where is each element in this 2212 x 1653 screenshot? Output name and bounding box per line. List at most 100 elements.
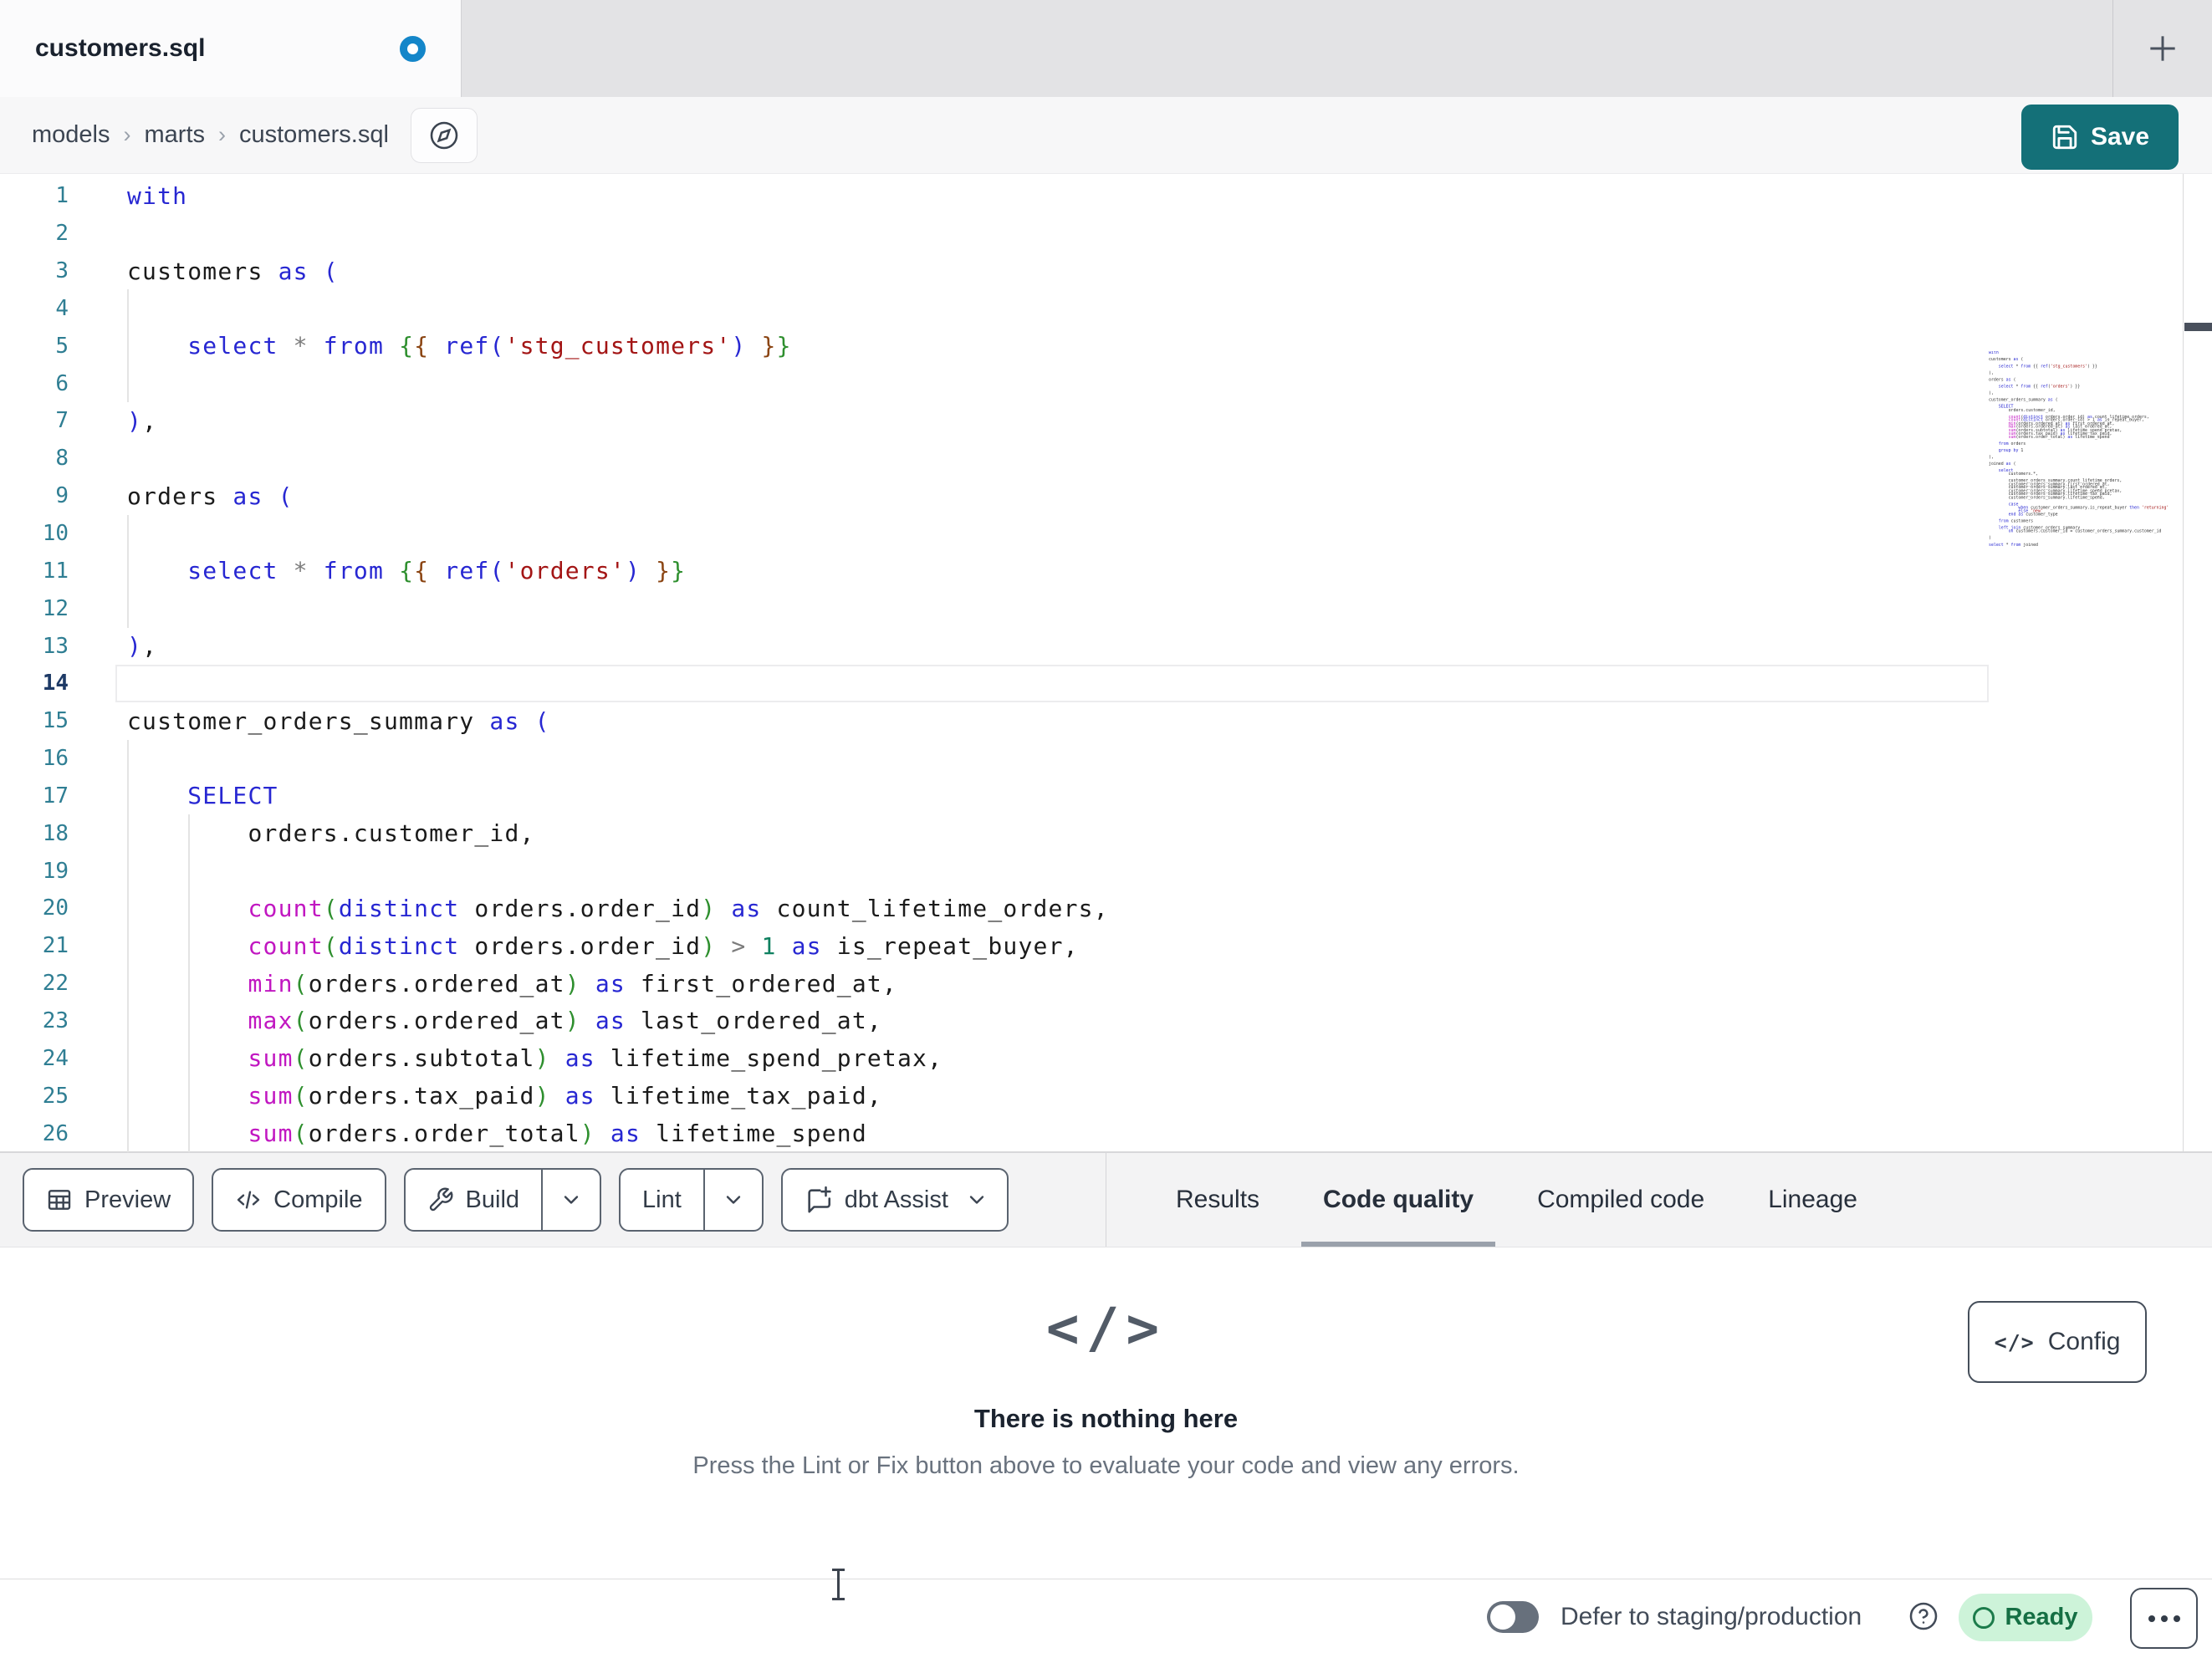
line-content[interactable]: SELECT (115, 778, 1989, 815)
line-content[interactable]: customer_orders_summary as ( (115, 702, 1989, 740)
line-content[interactable]: sum(orders.subtotal) as lifetime_spend_p… (115, 1039, 1989, 1077)
empty-state-title: There is nothing here (973, 1404, 1239, 1433)
line-content[interactable]: count(distinct orders.order_id) as count… (115, 890, 1989, 927)
line-content[interactable]: select * from {{ ref('stg_customers') }} (115, 327, 1989, 365)
build-button-main[interactable]: Build (406, 1170, 542, 1230)
assist-chat-icon (808, 1186, 831, 1213)
status-label: Ready (2005, 1604, 2078, 1630)
line-content[interactable]: orders as ( (115, 477, 1989, 515)
build-dropdown-button[interactable] (541, 1170, 600, 1230)
line-content[interactable] (115, 740, 1989, 778)
code-line-23[interactable]: 23 max(orders.ordered_at) as last_ordere… (0, 1003, 1989, 1040)
line-content[interactable] (115, 664, 1989, 702)
code-editor[interactable]: 1 with 2 3 customers as (4 5 select * from {{… (0, 174, 2212, 1152)
line-number: 3 (55, 258, 69, 284)
compile-button[interactable]: Compile (212, 1168, 386, 1232)
dbt-assist-button[interactable]: dbt Assist (780, 1168, 1009, 1232)
tab-lineage[interactable]: Lineage (1768, 1153, 1857, 1247)
code-line-11[interactable]: 11 select * from {{ ref('orders') }} (0, 552, 1989, 589)
code-line-6[interactable]: 6 (0, 365, 1989, 402)
code-line-21[interactable]: 21 count(distinct orders.order_id) > 1 a… (0, 927, 1989, 965)
help-icon[interactable] (1908, 1601, 1939, 1631)
code-line-3[interactable]: 3 customers as ( (0, 253, 1989, 290)
code-line-25[interactable]: 25 sum(orders.tax_paid) as lifetime_tax_… (0, 1077, 1989, 1115)
line-content[interactable]: max(orders.ordered_at) as last_ordered_a… (115, 1003, 1989, 1040)
lint-dropdown-button[interactable] (702, 1170, 762, 1230)
code-line-10[interactable]: 10 (0, 515, 1989, 553)
overview-ruler-cursor-mark (2184, 323, 2212, 331)
line-content[interactable] (115, 852, 1989, 890)
line-content[interactable]: orders.customer_id, (115, 814, 1989, 852)
code-line-12[interactable]: 12 (0, 589, 1989, 627)
code-line-2[interactable]: 2 (0, 215, 1989, 253)
breadcrumb-item-models[interactable]: models (32, 121, 110, 149)
code-line-14[interactable]: 14 (0, 664, 1989, 702)
build-label: Build (465, 1186, 520, 1213)
code-line-20[interactable]: 20 count(distinct orders.order_id) as co… (0, 890, 1989, 927)
line-content[interactable] (115, 515, 1989, 553)
defer-toggle[interactable] (1487, 1601, 1539, 1633)
line-content[interactable] (115, 365, 1989, 402)
line-content[interactable]: count(distinct orders.order_id) > 1 as i… (115, 927, 1989, 965)
overflow-menu-button[interactable] (2130, 1588, 2198, 1649)
code-line-1[interactable]: 1 with (0, 177, 1989, 215)
code-line-24[interactable]: 24 sum(orders.subtotal) as lifetime_spen… (0, 1039, 1989, 1077)
dbt-assist-label: dbt Assist (844, 1186, 948, 1213)
line-content[interactable]: ), (115, 627, 1989, 665)
code-line-9[interactable]: 9 orders as ( (0, 477, 1989, 515)
code-line-16[interactable]: 16 (0, 740, 1989, 778)
breadcrumb-item-marts[interactable]: marts (145, 121, 206, 149)
tab-title: customers.sql (35, 34, 206, 62)
line-number: 1 (55, 183, 69, 209)
line-number: 25 (42, 1083, 69, 1109)
line-number: 15 (42, 708, 69, 734)
line-number: 16 (42, 746, 69, 772)
line-content[interactable]: sum(orders.tax_paid) as lifetime_tax_pai… (115, 1077, 1989, 1115)
line-content[interactable]: customers as ( (115, 253, 1989, 290)
config-button[interactable]: </> Config (1968, 1301, 2147, 1383)
code-line-13[interactable]: 13), (0, 627, 1989, 665)
line-content[interactable]: min(orders.ordered_at) as first_ordered_… (115, 965, 1989, 1003)
tab-results[interactable]: Results (1176, 1153, 1259, 1247)
line-content[interactable]: select * from {{ ref('orders') }} (115, 552, 1989, 589)
line-content[interactable] (115, 215, 1989, 253)
tab-code-quality[interactable]: Code quality (1301, 1153, 1496, 1247)
line-number: 21 (42, 933, 69, 959)
config-label: Config (2047, 1328, 2121, 1355)
table-icon (48, 1190, 71, 1210)
tab-customers-sql[interactable]: customers.sql (0, 0, 462, 97)
line-content[interactable] (115, 440, 1989, 477)
code-line-18[interactable]: 18 orders.customer_id, (0, 814, 1989, 852)
preview-button[interactable]: Preview (23, 1168, 195, 1232)
chevron-down-icon (726, 1196, 740, 1204)
breadcrumb: models › marts › customers.sql (0, 97, 2212, 174)
line-content[interactable]: with (115, 177, 1989, 215)
tab-compiled-code[interactable]: Compiled code (1537, 1153, 1704, 1247)
line-content[interactable] (115, 290, 1989, 328)
breadcrumb-item-file[interactable]: customers.sql (239, 121, 389, 149)
code-line-19[interactable]: 19 (0, 852, 1989, 890)
code-line-22[interactable]: 22 min(orders.ordered_at) as first_order… (0, 965, 1989, 1003)
code-line-5[interactable]: 5 select * from {{ ref('stg_customers') … (0, 327, 1989, 365)
code-line-7[interactable]: 7), (0, 402, 1989, 440)
line-number: 9 (55, 483, 69, 509)
code-line-8[interactable]: 8 (0, 440, 1989, 477)
code-line-15[interactable]: 15 customer_orders_summary as ( (0, 702, 1989, 740)
chevron-down-icon (564, 1196, 579, 1204)
code-quality-panel: </> There is nothing here Press the Lint… (0, 1247, 2212, 1579)
line-content[interactable]: sum(orders.order_total) as lifetime_spen… (115, 1115, 1989, 1152)
code-line-17[interactable]: 17 SELECT (0, 778, 1989, 815)
status-ring-icon (1973, 1606, 1995, 1629)
save-button[interactable]: Save (2021, 105, 2179, 170)
line-number: 2 (55, 221, 69, 247)
new-tab-button[interactable] (2131, 17, 2194, 80)
lint-button-main[interactable]: Lint (621, 1170, 703, 1230)
editor-tab-bar: customers.sql (0, 0, 2212, 97)
line-content[interactable]: ), (115, 402, 1989, 440)
ide-status-badge[interactable]: Ready (1959, 1594, 2092, 1641)
explore-file-button[interactable] (410, 107, 478, 163)
code-line-26[interactable]: 26 sum(orders.order_total) as lifetime_s… (0, 1115, 1989, 1152)
line-content[interactable] (115, 589, 1989, 627)
line-number: 12 (42, 595, 69, 621)
code-line-4[interactable]: 4 (0, 290, 1989, 328)
